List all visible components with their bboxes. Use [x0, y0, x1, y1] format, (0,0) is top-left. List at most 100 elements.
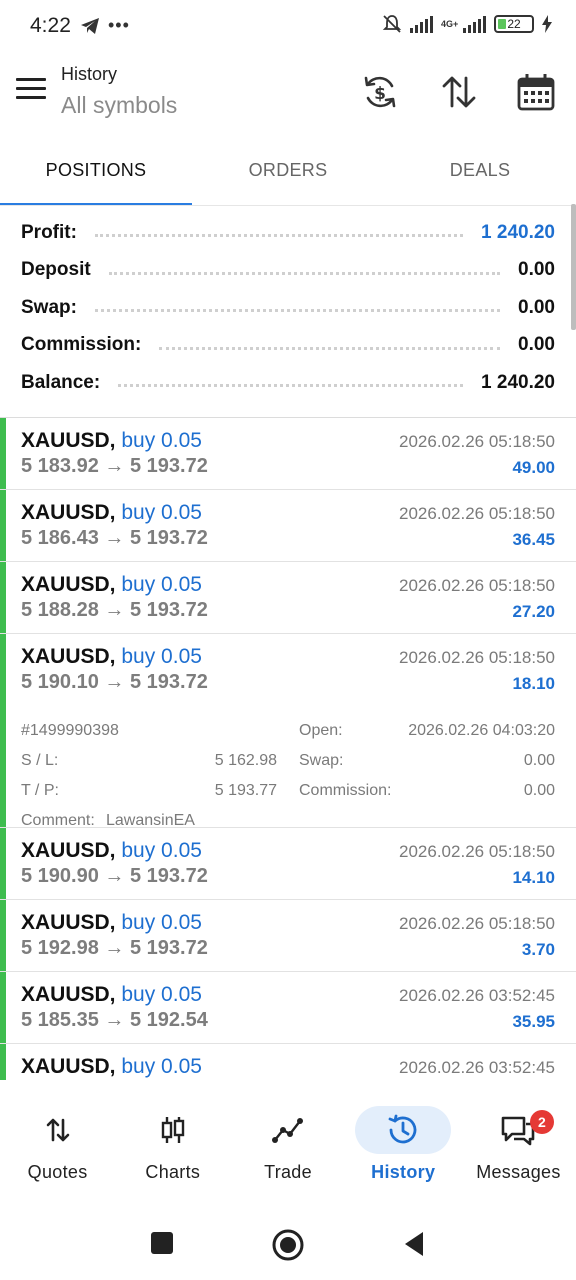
- history-clock-icon: [388, 1114, 417, 1144]
- battery-level: 22: [507, 17, 521, 31]
- deposit-value: 0.00: [518, 259, 555, 281]
- position-symbol: XAUUSD,: [21, 983, 116, 1006]
- status-bar: 4:22 ••• 4G+ 22: [0, 0, 576, 52]
- position-side: buy 0.05: [121, 1055, 202, 1078]
- position-row[interactable]: XAUUSD, buy 0.05 2026.02.26 03:52:45: [0, 1044, 576, 1080]
- position-symbol: XAUUSD,: [21, 573, 116, 596]
- position-symbol: XAUUSD,: [21, 429, 116, 452]
- position-time: 2026.02.26 05:18:50: [399, 432, 555, 451]
- sl-value: 5 162.98: [214, 752, 277, 769]
- positions-list: XAUUSD, buy 0.05 5 183.92 → 5 193.72 202…: [0, 418, 576, 1080]
- position-side: buy 0.05: [121, 645, 202, 668]
- position-symbol: XAUUSD,: [21, 501, 116, 524]
- position-profit: 27.20: [512, 602, 555, 621]
- profit-label: Profit:: [21, 221, 77, 243]
- position-symbol: XAUUSD,: [21, 911, 116, 934]
- position-side: buy 0.05: [121, 839, 202, 862]
- nav-trade-label: Trade: [264, 1162, 312, 1182]
- position-row[interactable]: XAUUSD, buy 0.05 5 192.98 → 5 193.72 202…: [0, 900, 576, 972]
- sl-label: S / L:: [21, 752, 59, 769]
- tab-deals[interactable]: DEALS: [384, 140, 576, 206]
- nav-messages[interactable]: 2 Messages: [461, 1090, 576, 1200]
- symbol-filter[interactable]: All symbols: [61, 92, 177, 119]
- position-side: buy 0.05: [121, 911, 202, 934]
- position-row[interactable]: XAUUSD, buy 0.05 5 190.90 → 5 193.72 202…: [0, 828, 576, 900]
- svg-text:$: $: [374, 84, 386, 104]
- swap-value: 0.00: [518, 296, 555, 318]
- nav-charts-label: Charts: [145, 1162, 201, 1182]
- position-time: 2026.02.26 05:18:50: [399, 648, 555, 667]
- status-time: 4:22: [30, 14, 71, 37]
- position-row[interactable]: XAUUSD, buy 0.05 5 188.28 → 5 193.72 202…: [0, 562, 576, 634]
- tab-orders[interactable]: ORDERS: [192, 140, 384, 206]
- position-prices: 5 185.35 → 5 192.54: [21, 1009, 208, 1031]
- calendar-icon[interactable]: [516, 72, 556, 112]
- position-prices: 5 186.43 → 5 193.72: [21, 527, 208, 549]
- menu-icon[interactable]: [16, 78, 46, 102]
- signal-icon-2: [463, 15, 486, 33]
- charging-bolt-icon: [542, 15, 552, 33]
- tp-value: 5 193.77: [214, 782, 277, 799]
- tp-label: T / P:: [21, 782, 59, 799]
- summary-panel: Profit: 1 240.20 Deposit 0.00 Swap: 0.00…: [0, 214, 576, 402]
- commission-label: Commission:: [299, 782, 392, 799]
- swap-value: 0.00: [523, 752, 555, 769]
- unread-badge: 2: [529, 1110, 554, 1134]
- position-row-expanded[interactable]: XAUUSD, buy 0.05 5 190.10 → 5 193.72 202…: [0, 634, 576, 829]
- nav-history[interactable]: History: [346, 1090, 461, 1200]
- page-title: History: [61, 64, 118, 84]
- balance-value: 1 240.20: [481, 371, 555, 393]
- position-time: 2026.02.26 05:18:50: [399, 914, 555, 933]
- commission-value: 0.00: [518, 334, 555, 356]
- mute-bell-icon: [382, 15, 402, 33]
- summary-balance: Balance: 1 240.20: [0, 364, 576, 402]
- position-time: 2026.02.26 03:52:45: [399, 1058, 555, 1077]
- signal-icon: [410, 15, 433, 33]
- more-dots-icon: •••: [108, 15, 130, 35]
- commission-label: Commission:: [21, 334, 142, 356]
- position-prices: 5 183.92 → 5 193.72: [21, 455, 208, 477]
- summary-swap: Swap: 0.00: [0, 289, 576, 327]
- candlestick-icon: [161, 1117, 184, 1143]
- nav-quotes[interactable]: Quotes: [0, 1090, 115, 1200]
- app-bar: History All symbols $: [0, 52, 576, 132]
- position-row[interactable]: XAUUSD, buy 0.05 5 185.35 → 5 192.54 202…: [0, 972, 576, 1044]
- recents-square-icon[interactable]: [149, 1230, 175, 1256]
- ticket-number: #1499990398: [21, 722, 119, 739]
- position-profit: 3.70: [521, 940, 555, 959]
- deposit-label: Deposit: [21, 259, 91, 281]
- position-side: buy 0.05: [121, 429, 202, 452]
- position-prices: 5 188.28 → 5 193.72: [21, 599, 208, 621]
- battery-icon: 22: [494, 15, 534, 33]
- currency-exchange-icon[interactable]: $: [360, 72, 400, 112]
- tab-bar: POSITIONS ORDERS DEALS: [0, 140, 576, 206]
- position-prices: 5 192.98 → 5 193.72: [21, 937, 208, 959]
- summary-profit: Profit: 1 240.20: [0, 214, 576, 252]
- position-profit: 49.00: [512, 458, 555, 477]
- sort-icon[interactable]: [439, 72, 479, 112]
- position-row[interactable]: XAUUSD, buy 0.05 5 183.92 → 5 193.72 202…: [0, 418, 576, 490]
- home-circle-icon[interactable]: [271, 1228, 305, 1262]
- swap-label: Swap:: [299, 752, 344, 769]
- tab-positions[interactable]: POSITIONS: [0, 140, 192, 206]
- position-profit: 36.45: [512, 530, 555, 549]
- position-side: buy 0.05: [121, 573, 202, 596]
- system-navigation: [0, 1210, 576, 1280]
- position-prices: 5 190.10 → 5 193.72: [21, 671, 208, 693]
- summary-commission: Commission: 0.00: [0, 327, 576, 365]
- position-profit: 14.10: [512, 868, 555, 887]
- network-type: 4G+: [441, 18, 459, 29]
- position-time: 2026.02.26 05:18:50: [399, 576, 555, 595]
- quotes-arrows-icon: [46, 1118, 69, 1142]
- position-row[interactable]: XAUUSD, buy 0.05 5 186.43 → 5 193.72 202…: [0, 490, 576, 562]
- nav-charts[interactable]: Charts: [115, 1090, 230, 1200]
- position-time: 2026.02.26 05:18:50: [399, 842, 555, 861]
- telegram-icon: [81, 17, 99, 34]
- nav-trade[interactable]: Trade: [230, 1090, 345, 1200]
- position-time: 2026.02.26 05:18:50: [399, 504, 555, 523]
- position-profit: 35.95: [512, 1012, 555, 1031]
- position-profit: 18.10: [512, 674, 555, 693]
- back-triangle-icon[interactable]: [401, 1230, 427, 1258]
- trade-line-icon: [272, 1118, 303, 1143]
- nav-messages-label: Messages: [476, 1162, 561, 1182]
